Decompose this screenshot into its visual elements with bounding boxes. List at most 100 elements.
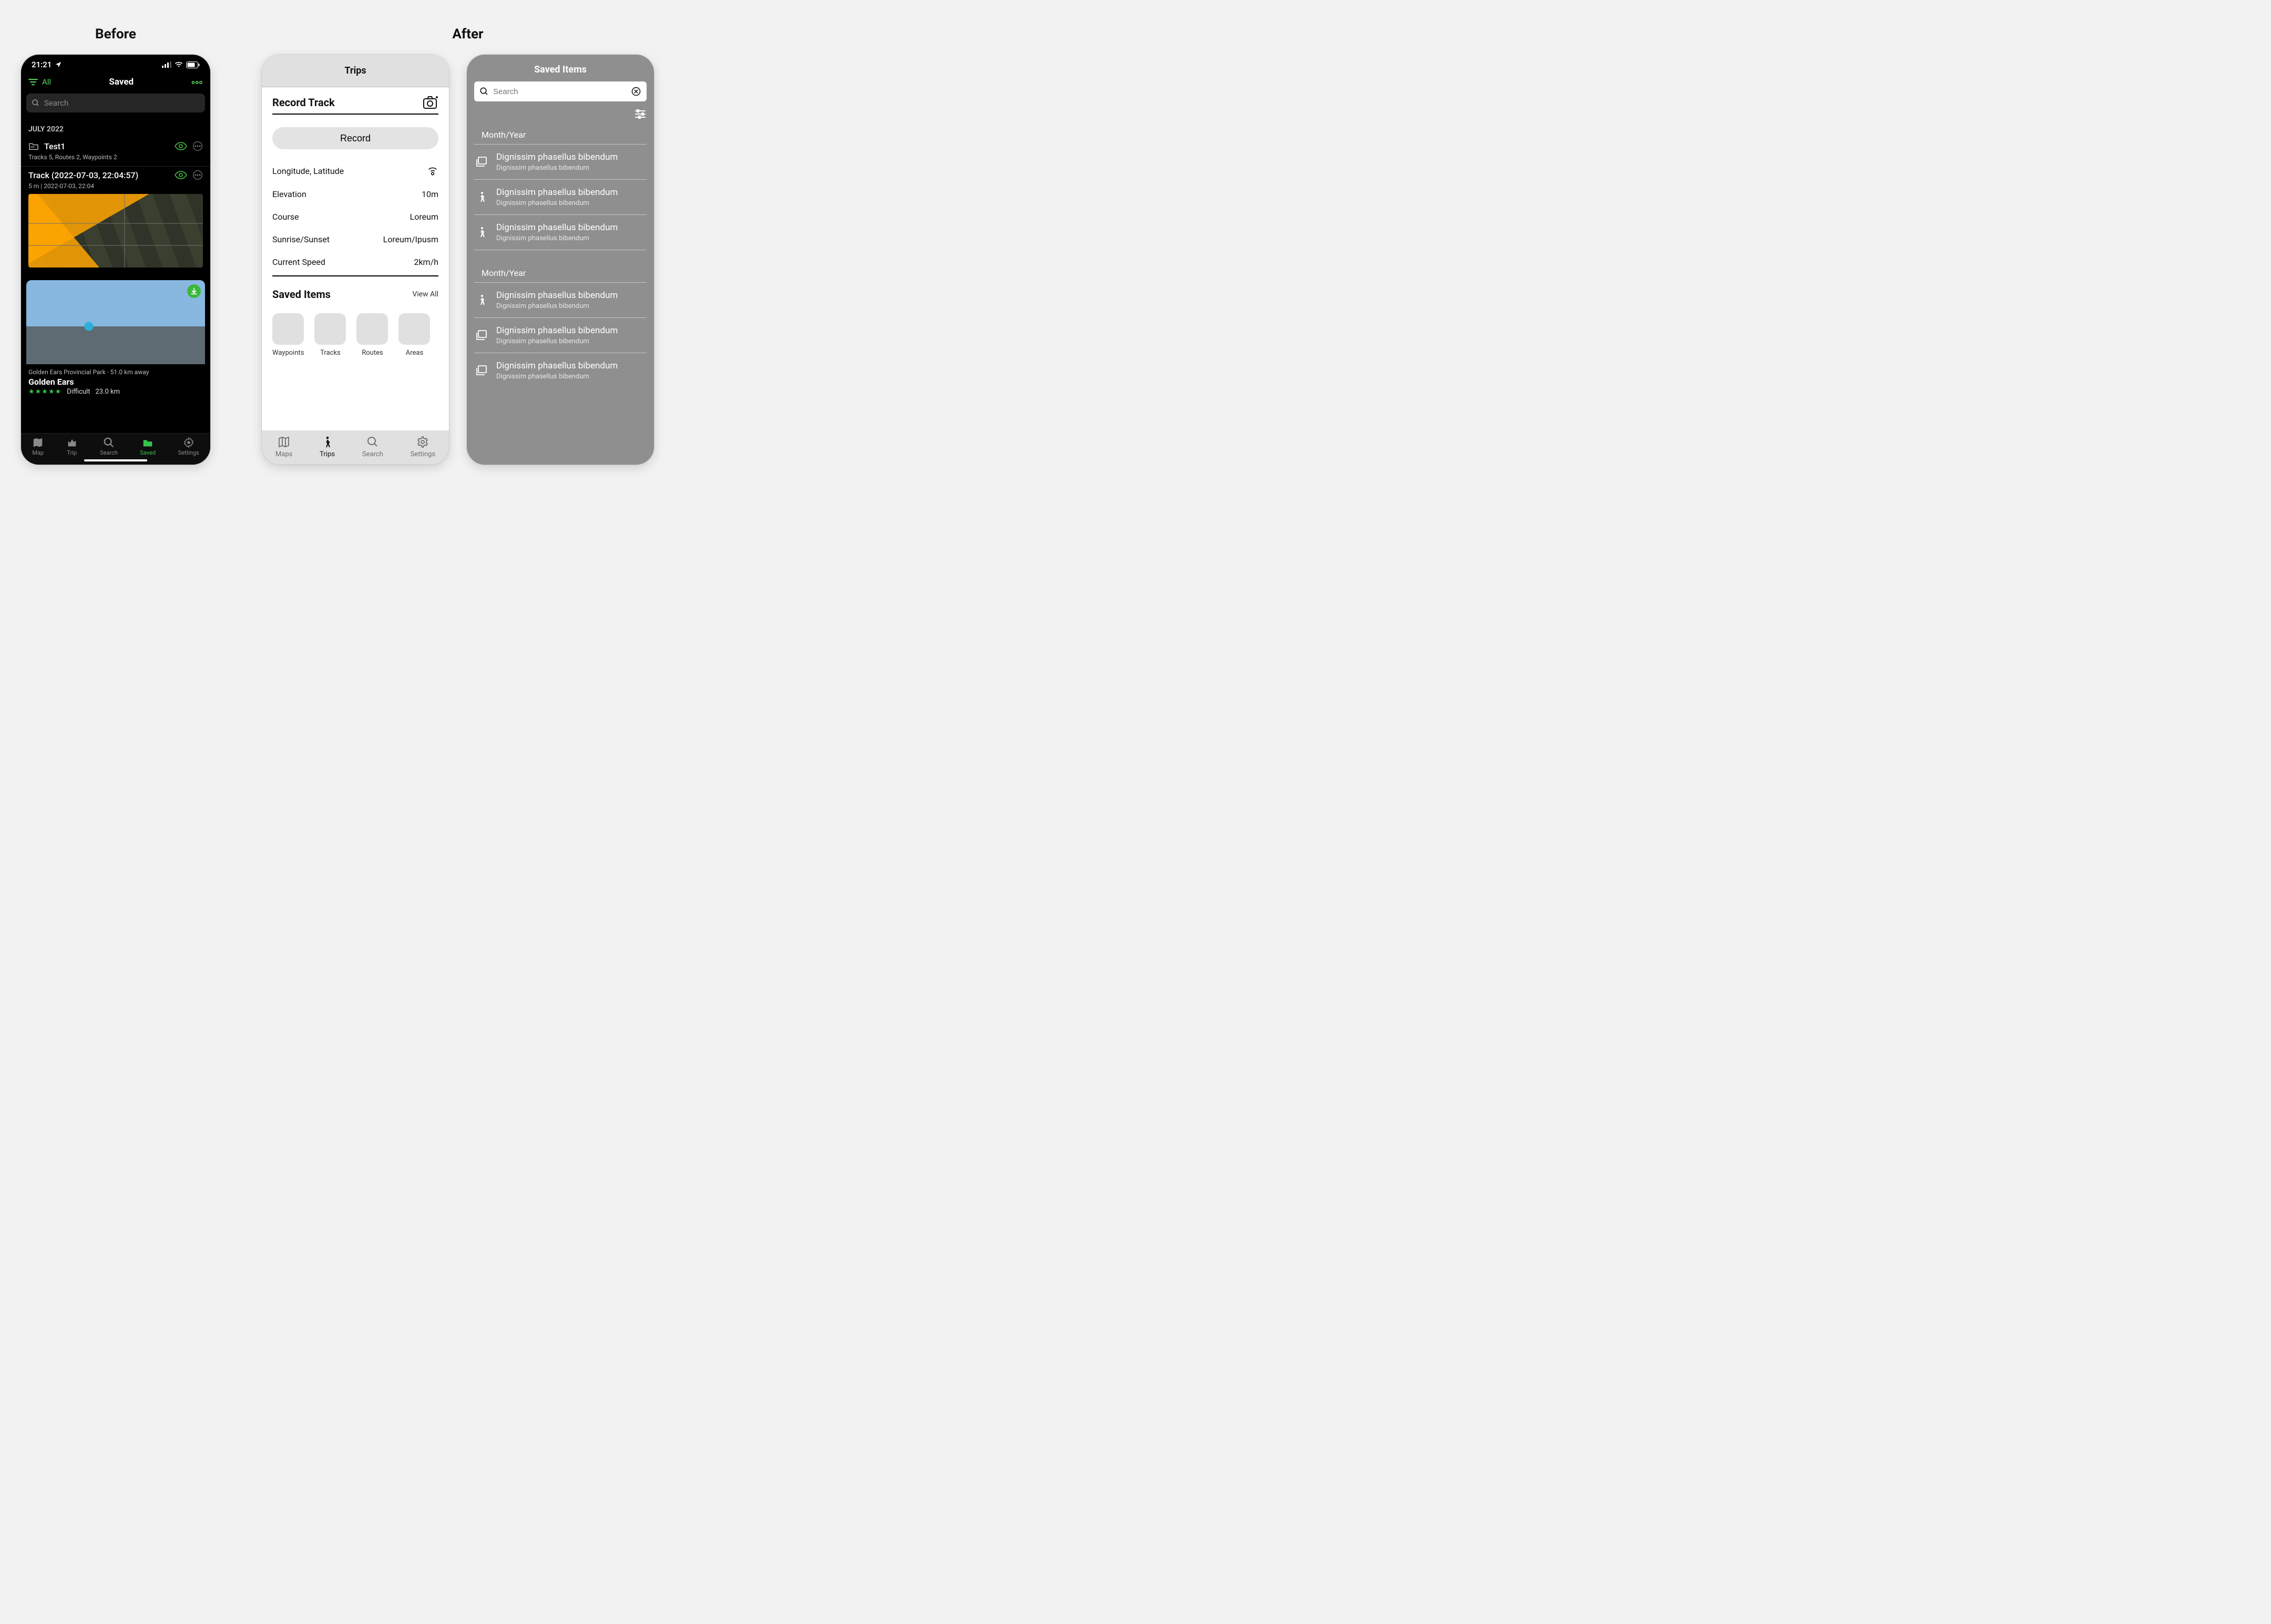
search-placeholder: Search — [44, 98, 68, 108]
trail-distance: 23.0 km — [95, 388, 120, 396]
map-thumbnail[interactable] — [28, 194, 203, 268]
record-button[interactable]: Record — [272, 127, 438, 149]
tile-routes[interactable]: Routes — [356, 313, 388, 357]
folders-icon — [474, 156, 489, 168]
tune-icon[interactable] — [634, 108, 647, 120]
folders-icon — [474, 364, 489, 377]
nav-trip[interactable]: Trip — [66, 437, 78, 456]
visibility-icon[interactable] — [175, 171, 187, 179]
nav-saved[interactable]: Saved — [140, 437, 156, 456]
nav-label: Maps — [275, 450, 292, 458]
download-icon[interactable] — [187, 284, 201, 298]
tile-thumb — [314, 313, 346, 345]
nav-maps[interactable]: Maps — [275, 436, 292, 458]
kv-label: Current Speed — [272, 257, 325, 267]
search-input[interactable] — [474, 81, 647, 101]
hiker-icon — [474, 191, 489, 203]
view-all-link[interactable]: View All — [412, 290, 438, 299]
item-subtitle: Dignissim phasellus bibendum — [496, 199, 618, 207]
kv-label: Sunrise/Sunset — [272, 234, 330, 244]
trail-photo — [26, 280, 205, 364]
item-title: Dignissim phasellus bibendum — [496, 222, 618, 233]
more-button[interactable]: ooo — [191, 79, 203, 86]
nav-map[interactable]: Map — [32, 437, 44, 456]
list-item[interactable]: Dignissim phasellus bibendumDignissim ph… — [474, 283, 647, 318]
search-input[interactable]: Search — [26, 94, 205, 112]
location-arrow-icon — [55, 61, 62, 68]
folder-icon — [28, 142, 39, 150]
item-subtitle: Dignissim phasellus bibendum — [496, 302, 618, 310]
kv-label: Course — [272, 212, 299, 222]
item-subtitle: Dignissim phasellus bibendum — [496, 337, 618, 345]
trail-difficulty: Difficult — [67, 388, 90, 396]
list-item[interactable]: Dignissim phasellus bibendumDignissim ph… — [474, 353, 647, 388]
filter-button[interactable]: All — [28, 77, 51, 87]
item-subtitle: Tracks 5, Routes 2, Waypoints 2 — [28, 153, 203, 161]
filter-label: All — [42, 77, 51, 87]
after-label: After — [410, 26, 526, 42]
group-header: Month/Year — [474, 261, 647, 283]
tile-tracks[interactable]: Tracks — [314, 313, 346, 357]
list-item[interactable]: Test1 Tracks 5, Routes 2, Waypoints 2 — [21, 138, 210, 167]
kv-value: Loreum/Ipusm — [383, 234, 438, 244]
search-field[interactable] — [493, 87, 627, 96]
trail-card[interactable]: Golden Ears Provincial Park · 51.0 km aw… — [26, 280, 205, 397]
tile-label: Areas — [406, 349, 423, 357]
nav-label: Settings — [411, 450, 435, 458]
clear-icon[interactable] — [631, 86, 641, 97]
record-label: Record — [340, 133, 371, 144]
signal-icon — [162, 61, 171, 68]
tile-waypoints[interactable]: Waypoints — [272, 313, 304, 357]
screen-title: Trips — [262, 55, 449, 87]
tile-label: Waypoints — [272, 349, 304, 357]
trail-name: Golden Ears — [28, 377, 203, 387]
nav-settings[interactable]: Settings — [178, 437, 199, 456]
tile-thumb — [356, 313, 388, 345]
kv-label: Elevation — [272, 189, 306, 199]
saved-items-heading: Saved Items — [272, 288, 331, 301]
status-time: 21:21 — [32, 60, 52, 69]
search-icon — [479, 87, 489, 96]
nav-trips[interactable]: Trips — [320, 436, 335, 458]
tile-label: Routes — [362, 349, 383, 357]
after-saved-phone: Saved Items Month/Year Dignissim phasell… — [467, 55, 654, 465]
nav-label: Trip — [67, 449, 77, 456]
list-item[interactable]: Track (2022-07-03, 22:04:57) 5 m | 2022-… — [21, 167, 210, 273]
nav-label: Map — [32, 449, 44, 456]
camera-add-icon[interactable] — [423, 96, 438, 109]
nav-settings[interactable]: Settings — [411, 436, 435, 458]
list-item[interactable]: Dignissim phasellus bibendumDignissim ph… — [474, 180, 647, 215]
bottom-nav: Maps Trips Search Settings — [262, 430, 449, 465]
item-more-icon[interactable] — [192, 141, 203, 151]
wifi-icon — [175, 61, 183, 68]
list-item[interactable]: Dignissim phasellus bibendumDignissim ph… — [474, 318, 647, 353]
tile-thumb — [272, 313, 304, 345]
compass-icon[interactable] — [427, 165, 438, 177]
item-subtitle: Dignissim phasellus bibendum — [496, 164, 618, 172]
kv-value: 10m — [422, 189, 438, 199]
hiker-icon — [474, 294, 489, 306]
item-subtitle: Dignissim phasellus bibendum — [496, 234, 618, 242]
item-more-icon[interactable] — [192, 170, 203, 180]
tile-thumb — [398, 313, 430, 345]
before-label: Before — [58, 26, 173, 42]
list-item[interactable]: Dignissim phasellus bibendumDignissim ph… — [474, 215, 647, 250]
trail-stars: ★★★★★ — [28, 388, 62, 396]
tile-areas[interactable]: Areas — [398, 313, 430, 357]
screen-title: Saved — [109, 77, 134, 87]
saved-toolbar: All Saved ooo — [21, 71, 210, 90]
nav-search[interactable]: Search — [100, 437, 118, 456]
nav-search[interactable]: Search — [362, 436, 383, 458]
item-title: Dignissim phasellus bibendum — [496, 325, 618, 336]
item-subtitle: 5 m | 2022-07-03, 22:04 — [28, 182, 203, 190]
home-indicator — [84, 459, 147, 461]
list-item[interactable]: Dignissim phasellus bibendumDignissim ph… — [474, 145, 647, 180]
nav-label: Trips — [320, 450, 335, 458]
filter-icon — [28, 78, 38, 86]
hiker-icon — [474, 226, 489, 239]
item-title: Dignissim phasellus bibendum — [496, 290, 618, 301]
search-icon — [32, 99, 40, 107]
section-title: Record Track — [272, 96, 335, 109]
visibility-icon[interactable] — [175, 142, 187, 150]
after-trips-phone: Trips Record Track Record Longitude, Lat… — [262, 55, 449, 465]
